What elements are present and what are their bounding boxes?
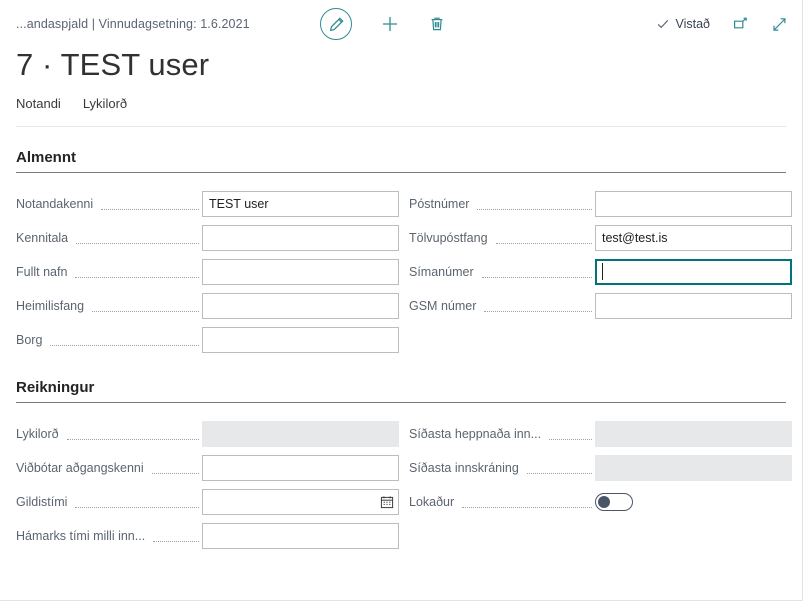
simanumer-input[interactable] xyxy=(595,259,792,285)
section-reikningur: Reikningur Lykilorð Viðbótar aðgangskenn… xyxy=(16,357,786,553)
breadcrumb: ...andaspjald | Vinnudagsetning: 1.6.202… xyxy=(16,17,250,31)
borg-input[interactable] xyxy=(202,327,399,353)
delete-button[interactable] xyxy=(428,15,446,33)
field-heimilisfang: Heimilisfang xyxy=(16,289,399,323)
field-kennitala: Kennitala xyxy=(16,221,399,255)
dot-leader xyxy=(67,427,199,440)
field-lokadur: Lokaður xyxy=(409,485,792,519)
field-vidbotar-adgangskenni: Viðbótar aðgangskenni xyxy=(16,451,399,485)
status-badge: Vistað xyxy=(656,17,710,31)
field-label: Símanúmer xyxy=(409,265,479,279)
page-title: 7 · TEST user xyxy=(16,44,786,86)
field-label: Lokaður xyxy=(409,495,459,509)
field-label: Póstnúmer xyxy=(409,197,474,211)
sidasta-innskraning-input xyxy=(595,455,792,481)
open-in-new-window-icon xyxy=(732,16,749,33)
hamarks-timi-input[interactable] xyxy=(202,523,399,549)
field-gsm-numer: GSM númer xyxy=(409,289,792,323)
plus-icon xyxy=(380,14,400,34)
tab-lykilord[interactable]: Lykilorð xyxy=(83,96,127,118)
field-simanumer: Símanúmer xyxy=(409,255,792,289)
page-title-row: 7 · TEST user xyxy=(0,44,802,86)
text-cursor xyxy=(602,263,603,280)
field-label: Viðbótar aðgangskenni xyxy=(16,461,149,475)
section-almennt-left-column: Notandakenni Kennitala Fullt nafn xyxy=(16,187,399,357)
field-label: Tölvupóstfang xyxy=(409,231,493,245)
dot-leader xyxy=(496,231,592,244)
expand-diagonal-icon xyxy=(771,16,788,33)
notandakenni-input[interactable] xyxy=(202,191,399,217)
dot-leader xyxy=(75,265,199,278)
kennitala-input[interactable] xyxy=(202,225,399,251)
dot-leader xyxy=(482,265,592,278)
dot-leader xyxy=(152,461,199,474)
toggle-knob xyxy=(598,496,610,508)
command-bar-right: Vistað xyxy=(656,0,788,48)
command-bar-actions xyxy=(320,0,446,48)
field-label: Lykilorð xyxy=(16,427,64,441)
dot-leader xyxy=(153,529,199,542)
dot-leader xyxy=(75,495,199,508)
field-notandakenni: Notandakenni xyxy=(16,187,399,221)
saved-label: Vistað xyxy=(675,17,710,31)
lykilord-input xyxy=(202,421,399,447)
section-almennt-right-column: Póstnúmer Tölvupóstfang Símanúmer xyxy=(409,187,792,357)
field-label: Hámarks tími milli inn... xyxy=(16,529,150,543)
fullt-nafn-input[interactable] xyxy=(202,259,399,285)
postnumer-input[interactable] xyxy=(595,191,792,217)
calendar-icon[interactable] xyxy=(380,495,394,509)
field-label: Heimilisfang xyxy=(16,299,89,313)
dot-leader xyxy=(477,197,592,210)
tab-bar: Notandi Lykilorð xyxy=(16,96,786,127)
lokadur-toggle[interactable] xyxy=(595,493,633,511)
field-postnumer: Póstnúmer xyxy=(409,187,792,221)
heimilisfang-input[interactable] xyxy=(202,293,399,319)
gildistimi-input[interactable] xyxy=(202,489,399,515)
dot-leader xyxy=(462,495,592,508)
open-in-new-window-button[interactable] xyxy=(732,16,749,33)
field-label: Kennitala xyxy=(16,231,73,245)
edit-button[interactable] xyxy=(320,8,352,40)
pencil-icon xyxy=(328,16,345,33)
user-card-page: ...andaspjald | Vinnudagsetning: 1.6.202… xyxy=(0,0,803,601)
dot-leader xyxy=(527,461,592,474)
gsm-numer-input[interactable] xyxy=(595,293,792,319)
dot-leader xyxy=(101,197,199,210)
field-borg: Borg xyxy=(16,323,399,357)
dot-leader xyxy=(549,427,592,440)
dot-leader xyxy=(76,231,199,244)
expand-button[interactable] xyxy=(771,16,788,33)
field-sidasta-heppnada-inn: Síðasta heppnaða inn... xyxy=(409,417,792,451)
check-icon xyxy=(656,17,670,31)
trash-icon xyxy=(428,15,446,33)
field-hamarks-timi-milli-inn: Hámarks tími milli inn... xyxy=(16,519,399,553)
new-button[interactable] xyxy=(380,14,400,34)
section-heading: Almennt xyxy=(16,127,786,173)
field-gildistimi: Gildistími xyxy=(16,485,399,519)
field-label: Síðasta heppnaða inn... xyxy=(409,427,546,441)
field-tolvupostfang: Tölvupóstfang xyxy=(409,221,792,255)
field-label: Notandakenni xyxy=(16,197,98,211)
dot-leader xyxy=(92,299,199,312)
field-label: Borg xyxy=(16,333,47,347)
field-fullt-nafn: Fullt nafn xyxy=(16,255,399,289)
field-lykilord: Lykilorð xyxy=(16,417,399,451)
dot-leader xyxy=(50,333,199,346)
field-label: Fullt nafn xyxy=(16,265,72,279)
section-reikningur-left-column: Lykilorð Viðbótar aðgangskenni Gildistím… xyxy=(16,417,399,553)
field-label: Síðasta innskráning xyxy=(409,461,524,475)
section-heading: Reikningur xyxy=(16,357,786,403)
field-label: GSM númer xyxy=(409,299,481,313)
tab-notandi[interactable]: Notandi xyxy=(16,96,61,118)
command-bar: ...andaspjald | Vinnudagsetning: 1.6.202… xyxy=(0,0,802,48)
dot-leader xyxy=(484,299,592,312)
section-reikningur-right-column: Síðasta heppnaða inn... Síðasta innskrán… xyxy=(409,417,792,553)
vidbotar-adgangskenni-input[interactable] xyxy=(202,455,399,481)
field-sidasta-innskraning: Síðasta innskráning xyxy=(409,451,792,485)
field-label: Gildistími xyxy=(16,495,72,509)
sidasta-heppnada-input xyxy=(595,421,792,447)
section-almennt: Almennt Notandakenni Kennitala xyxy=(16,127,786,357)
tolvupostfang-input[interactable] xyxy=(595,225,792,251)
